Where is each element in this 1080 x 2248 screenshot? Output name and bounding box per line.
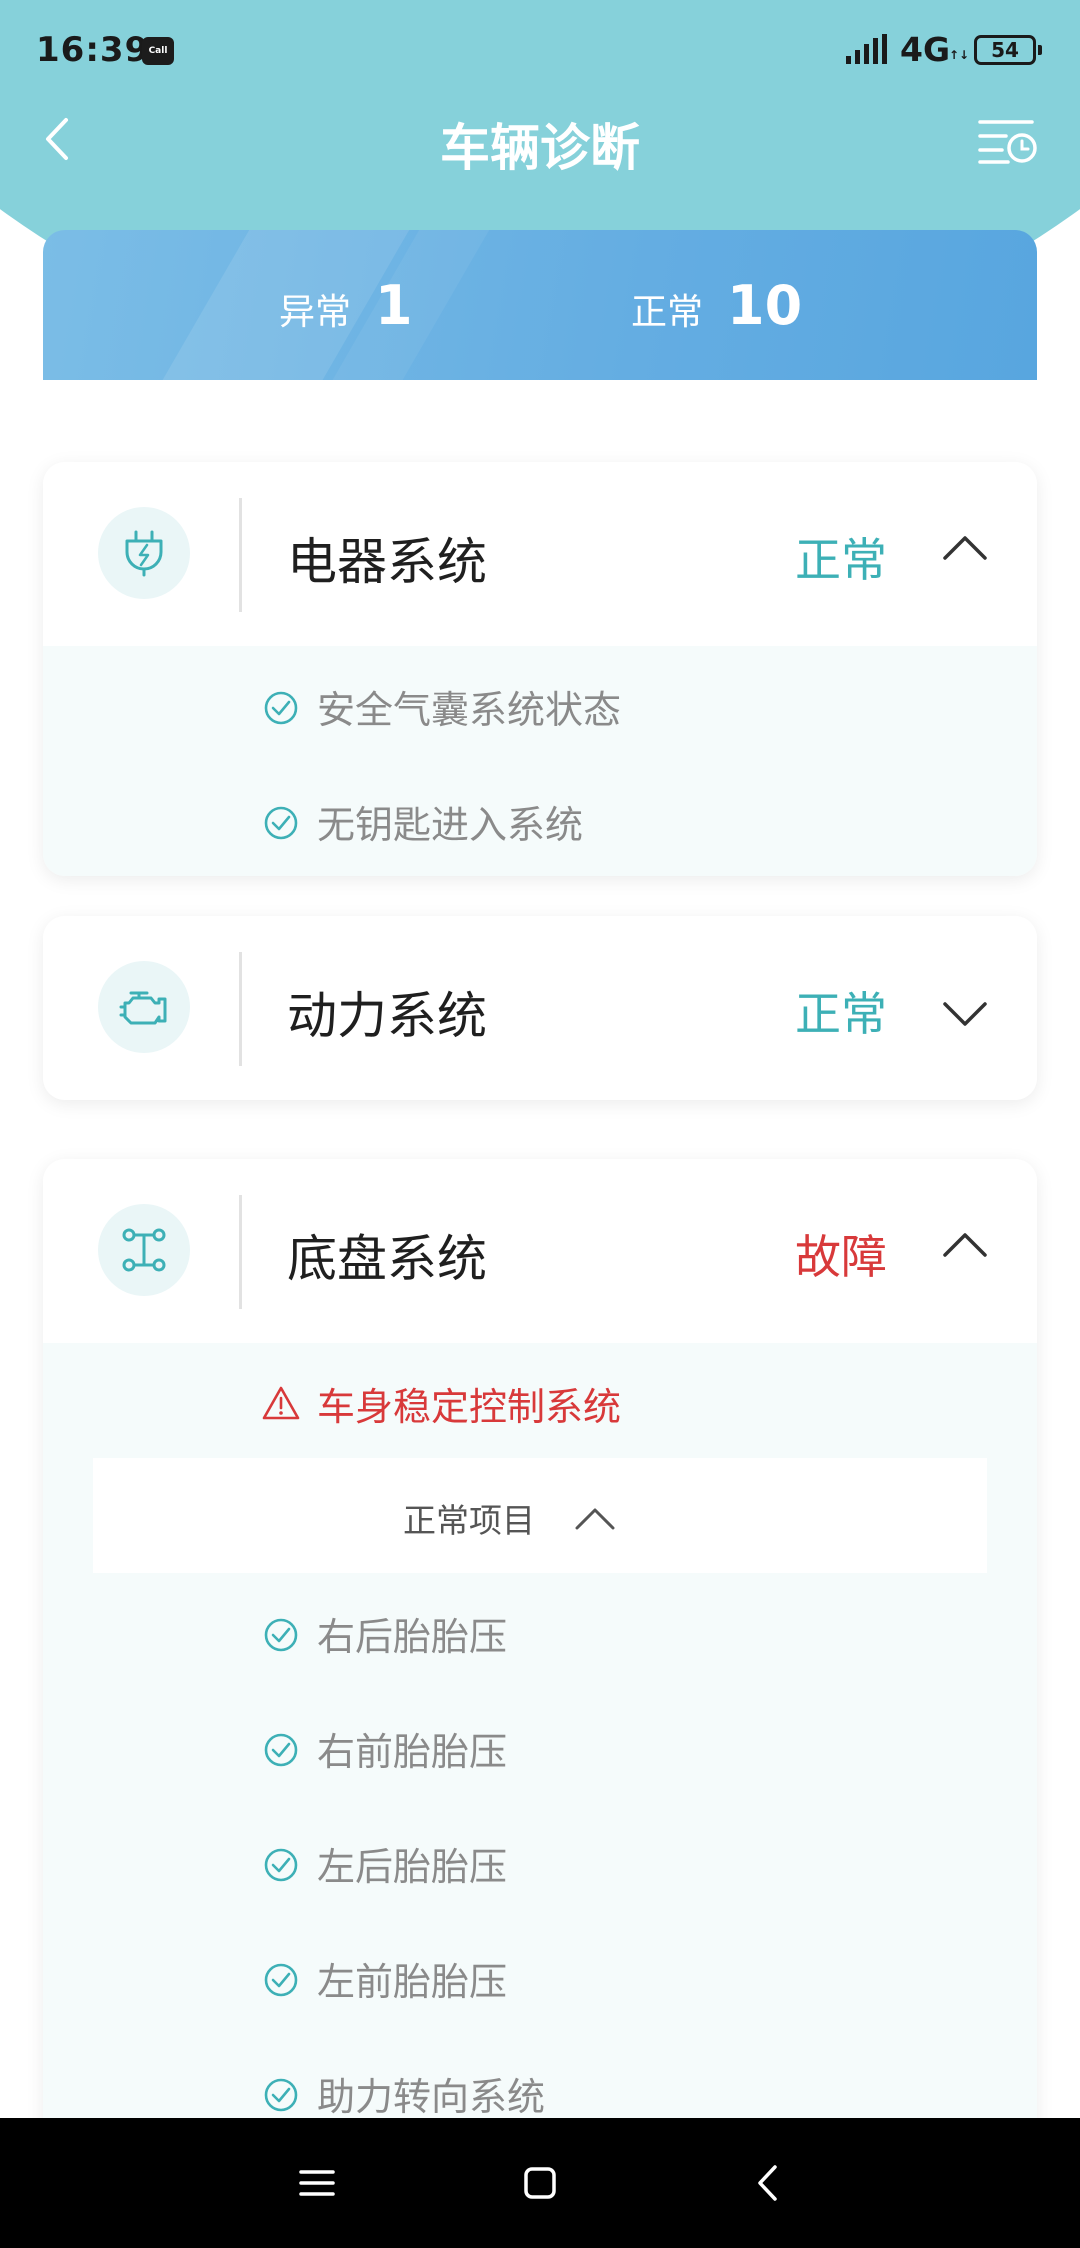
normal-items-toggle[interactable]: 正常项目 [93, 1458, 987, 1573]
signal-strength-icon [846, 34, 887, 64]
check-item-label: 助力转向系统 [317, 2075, 546, 2119]
system-name: 底盘系统 [287, 1230, 487, 1288]
check-item-label: 左后胎胎压 [317, 1845, 508, 1889]
system-card-body: 车身稳定控制系统 正常项目 右后胎胎压 右前胎胎压 左后胎胎压 左前胎胎压 助力… [43, 1343, 1037, 2159]
network-activity-icon: ↑↓ [949, 48, 970, 62]
normal-summary: 正常 10 [631, 274, 802, 337]
list-item: 左后胎胎压 [43, 1803, 1037, 1918]
system-card-header[interactable]: 电器系统 正常 [43, 462, 1037, 646]
history-button[interactable] [978, 116, 1038, 166]
status-bar: 16:39 Call 4G ↑↓ 54 [0, 0, 1080, 100]
normal-count: 10 [727, 274, 803, 337]
menu-button[interactable] [292, 2158, 342, 2208]
system-card-powertrain: 动力系统 正常 [43, 916, 1037, 1100]
fault-item-label: 车身稳定控制系统 [317, 1385, 622, 1429]
check-item-label: 安全气囊系统状态 [317, 688, 622, 732]
system-card-electrical: 电器系统 正常 安全气囊系统状态 无钥匙进入系统 [43, 462, 1037, 876]
check-circle-icon [264, 1618, 298, 1652]
check-item-label: 左前胎胎压 [317, 1960, 508, 2004]
home-square-icon [524, 2167, 556, 2199]
check-circle-icon [264, 691, 298, 725]
system-status: 正常 [795, 533, 887, 587]
battery-indicator: 54 [974, 35, 1042, 65]
list-item: 左前胎胎压 [43, 1918, 1037, 2033]
system-card-header[interactable]: 底盘系统 故障 [43, 1159, 1037, 1343]
check-circle-icon [264, 1963, 298, 1997]
system-name: 动力系统 [287, 987, 487, 1045]
engine-icon [98, 961, 190, 1053]
system-status: 故障 [795, 1230, 887, 1284]
list-item: 无钥匙进入系统 [43, 761, 1037, 876]
plug-bolt-icon [98, 507, 190, 599]
list-item: 右后胎胎压 [43, 1573, 1037, 1688]
system-status: 正常 [795, 987, 887, 1041]
app-notification-icon: Call [142, 37, 174, 65]
normal-items-label: 正常项目 [403, 1501, 535, 1540]
chevron-up-icon[interactable] [941, 1225, 989, 1261]
network-type: 4G [900, 30, 951, 69]
fault-item: 车身稳定控制系统 [43, 1343, 1037, 1458]
list-item: 安全气囊系统状态 [43, 646, 1037, 761]
check-item-label: 无钥匙进入系统 [317, 803, 584, 847]
system-back-button[interactable] [742, 2158, 792, 2208]
diagnosis-summary-card: 异常 1 正常 10 [43, 230, 1037, 380]
back-arrow-icon [758, 2165, 777, 2201]
check-item-label: 右后胎胎压 [317, 1615, 508, 1659]
warning-triangle-icon [262, 1386, 300, 1420]
abnormal-label: 异常 [279, 292, 352, 333]
chevron-down-icon[interactable] [941, 996, 989, 1032]
check-circle-icon [264, 1848, 298, 1882]
chevron-up-icon[interactable] [941, 528, 989, 564]
system-card-body: 安全气囊系统状态 无钥匙进入系统 [43, 646, 1037, 876]
abnormal-count: 1 [375, 274, 413, 337]
system-card-header[interactable]: 动力系统 正常 [43, 916, 1037, 1100]
abnormal-summary: 异常 1 [279, 274, 413, 337]
system-card-chassis: 底盘系统 故障 车身稳定控制系统 正常项目 右后胎胎压 右前胎胎压 左后胎胎压 … [43, 1159, 1037, 2159]
system-name: 电器系统 [287, 533, 487, 591]
check-circle-icon [264, 2078, 298, 2112]
check-circle-icon [264, 806, 298, 840]
normal-label: 正常 [631, 292, 704, 333]
page-title: 车辆诊断 [440, 119, 640, 177]
history-list-icon [978, 120, 1037, 164]
list-item: 右前胎胎压 [43, 1688, 1037, 1803]
status-time: 16:39 [36, 30, 150, 70]
chevron-up-icon [575, 1508, 615, 1530]
check-item-label: 右前胎胎压 [317, 1730, 508, 1774]
menu-icon [299, 2170, 335, 2196]
check-circle-icon [264, 1733, 298, 1767]
navigation-bar: 车辆诊断 [0, 100, 1080, 180]
system-navigation-bar [0, 2118, 1080, 2248]
chassis-icon [98, 1204, 190, 1296]
home-button[interactable] [515, 2158, 565, 2208]
